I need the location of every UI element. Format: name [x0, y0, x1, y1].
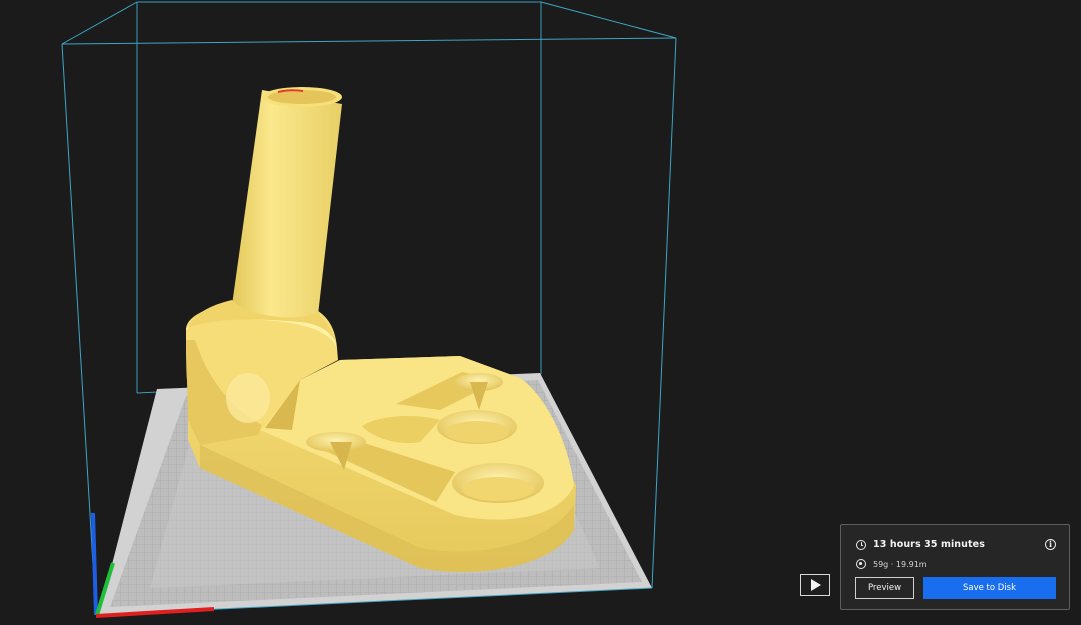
clock-icon [856, 539, 866, 550]
print-summary-panel: 13 hours 35 minutes 59g · 19.91m i Previ… [840, 524, 1070, 610]
spool-icon [856, 559, 866, 569]
info-icon[interactable]: i [1045, 539, 1056, 550]
3d-viewport[interactable]: 13 hours 35 minutes 59g · 19.91m i Previ… [0, 0, 1081, 625]
save-to-disk-button[interactable]: Save to Disk [923, 577, 1056, 599]
material-usage-row: 59g · 19.91m [856, 559, 927, 569]
play-icon [811, 579, 821, 591]
print-time-text: 13 hours 35 minutes [873, 539, 985, 550]
material-usage-text: 59g · 19.91m [873, 559, 927, 569]
preview-button[interactable]: Preview [855, 577, 914, 599]
print-time-row: 13 hours 35 minutes [856, 539, 985, 550]
play-button[interactable] [800, 574, 830, 596]
z-axis-line [91, 512, 98, 616]
